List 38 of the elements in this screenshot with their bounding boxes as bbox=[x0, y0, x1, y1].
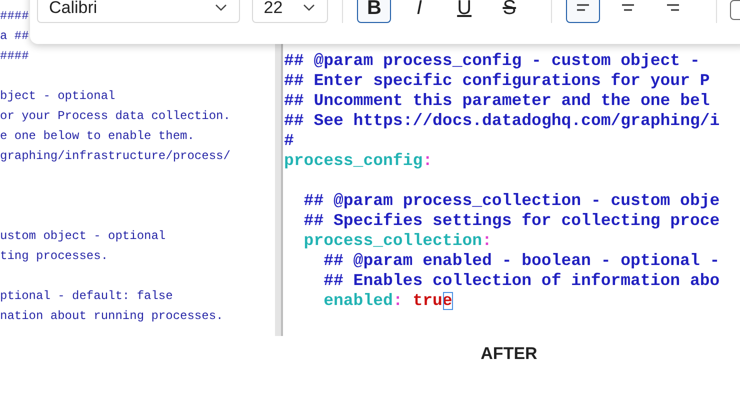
key-separator: : bbox=[392, 291, 403, 311]
yaml-key: process_config bbox=[284, 151, 423, 171]
code-line: e one below to enable them. bbox=[0, 128, 194, 145]
code-comment: ## Specifies settings for collecting proce bbox=[304, 211, 720, 231]
chevron-down-icon bbox=[214, 4, 227, 12]
yaml-key: process_collection bbox=[304, 231, 482, 251]
align-center-icon bbox=[621, 4, 636, 12]
code-comment: ## See https://docs.datadoghq.com/graphing/i bbox=[284, 111, 720, 131]
italic-button[interactable]: I bbox=[402, 0, 436, 23]
code-comment: ## Enables collection of information abo bbox=[324, 271, 720, 291]
key-separator: : bbox=[482, 231, 492, 251]
code-line: ptional - default: false bbox=[0, 288, 173, 305]
align-right-icon bbox=[666, 4, 680, 12]
code-comment: # bbox=[284, 131, 294, 151]
caption-text: AFTER bbox=[480, 344, 538, 364]
code-line: ustom object - optional bbox=[0, 228, 166, 245]
code-line: nation about running processes. bbox=[0, 308, 224, 325]
align-left-button[interactable] bbox=[566, 0, 600, 23]
font-dropdown[interactable]: Calibri bbox=[37, 0, 240, 23]
code-comment: ## Enter specific configurations for your P bbox=[284, 71, 710, 91]
code-line: or your Process data collection. bbox=[0, 108, 230, 125]
code-line: #### bbox=[0, 48, 29, 65]
code-line: #### bbox=[0, 8, 29, 25]
code-comment: ## Uncomment this parameter and the one bel bbox=[284, 91, 710, 111]
code-comment: ## @param process_config - custom object - bbox=[284, 51, 700, 71]
bold-button[interactable]: B bbox=[357, 0, 392, 23]
underline-button[interactable]: U bbox=[447, 0, 482, 23]
code-line: a ## bbox=[0, 28, 29, 45]
chevron-down-icon bbox=[303, 4, 316, 12]
code-line: graphing/infrastructure/process/ bbox=[0, 148, 230, 165]
code-line: bject - optional bbox=[0, 88, 116, 105]
key-separator: : bbox=[422, 151, 433, 171]
code-line: ting processes. bbox=[0, 248, 108, 265]
font-size-dropdown[interactable]: 22 bbox=[252, 0, 328, 23]
yaml-key: enabled bbox=[324, 291, 393, 311]
align-left-icon bbox=[576, 4, 590, 12]
code-comment: ## @param process_collection - custom obje bbox=[304, 191, 720, 211]
code-comment: ## @param enabled - boolean - optional - bbox=[324, 251, 720, 271]
